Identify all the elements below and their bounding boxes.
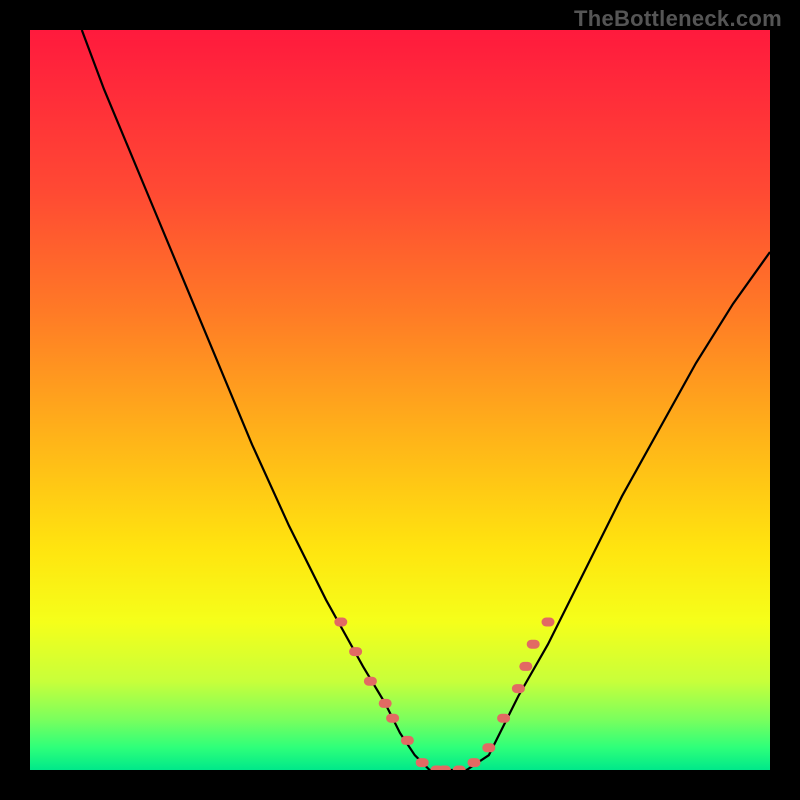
chart-frame: TheBottleneck.com (0, 0, 800, 800)
watermark-text: TheBottleneck.com (574, 6, 782, 32)
marker-dot (482, 743, 495, 752)
marker-dot (364, 677, 377, 686)
marker-dot (519, 662, 532, 671)
marker-dot (512, 684, 525, 693)
marker-dot (497, 714, 510, 723)
marker-dot (468, 758, 481, 767)
marker-dot (542, 618, 555, 627)
marker-dot (416, 758, 429, 767)
marker-dot (453, 766, 466, 771)
marker-dot (401, 736, 414, 745)
marker-dot (527, 640, 540, 649)
chart-svg (30, 30, 770, 770)
marker-dot (386, 714, 399, 723)
marker-dot (379, 699, 392, 708)
bottleneck-curve-line (82, 30, 770, 770)
marker-dots-group (334, 618, 554, 771)
plot-area (30, 30, 770, 770)
marker-dot (349, 647, 362, 656)
marker-dot (334, 618, 347, 627)
